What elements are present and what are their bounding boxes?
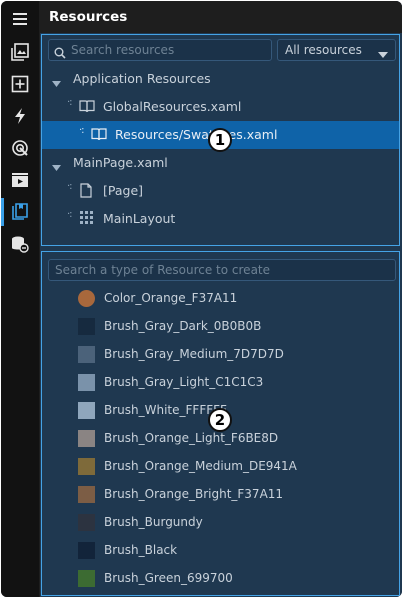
resource-filter-dropdown[interactable]: All resources <box>277 39 396 61</box>
resource-label: Brush_Orange_Light_F6BE8D <box>104 431 279 445</box>
tree-item-label: [Page] <box>103 183 144 198</box>
lightning-icon[interactable] <box>5 102 35 130</box>
resource-item[interactable]: Brush_Burgundy <box>42 509 399 537</box>
resource-item[interactable]: Brush_Black <box>42 537 399 565</box>
tree-item-label: MainPage.xaml <box>73 155 168 170</box>
resource-label: Brush_Gray_Dark_0B0B0B <box>104 319 262 333</box>
panel-header: Resources <box>40 1 402 33</box>
tree-item-label: Application Resources <box>73 71 211 86</box>
resources-panel: Resources All resources Application <box>40 1 402 597</box>
color-swatch <box>78 486 95 503</box>
tree-item-global-resources[interactable]: ·: GlobalResources.xaml <box>42 93 399 121</box>
caret-down-icon[interactable] <box>52 159 61 174</box>
tree-connector: ·: <box>67 97 72 108</box>
resource-item[interactable]: Brush_Gray_Dark_0B0B0B <box>42 313 399 341</box>
resources-icon[interactable] <box>5 198 35 226</box>
color-swatch <box>78 346 95 363</box>
tree-item-application-resources[interactable]: Application Resources <box>42 65 399 93</box>
resource-label: Brush_Gray_Light_C1C1C3 <box>104 375 264 389</box>
tree-item-main-page[interactable]: MainPage.xaml <box>42 149 399 177</box>
search-box <box>48 39 272 61</box>
active-indicator <box>1 198 4 226</box>
caret-down-icon[interactable] <box>52 75 61 90</box>
resource-item[interactable]: Brush_Gray_Medium_7D7D7D <box>42 341 399 369</box>
color-swatch <box>78 290 95 307</box>
gallery-icon[interactable] <box>5 38 35 66</box>
callout-2: 2 <box>208 408 232 432</box>
target-icon[interactable] <box>5 134 35 162</box>
search-input[interactable] <box>71 40 266 60</box>
color-swatch <box>78 542 95 559</box>
resource-item[interactable]: Color_Orange_F37A11 <box>42 285 399 313</box>
color-swatch <box>78 514 95 531</box>
activity-rail <box>1 1 39 597</box>
filter-selected: All resources <box>285 43 362 57</box>
tree-item-page[interactable]: ·: [Page] <box>42 177 399 205</box>
tree-item-main-layout[interactable]: ·: MainLayout <box>42 205 399 233</box>
resource-label: Brush_Burgundy <box>104 515 203 529</box>
search-icon <box>54 44 66 63</box>
create-search-box <box>48 259 396 281</box>
resource-label: Brush_Black <box>104 543 178 557</box>
resource-label: Brush_Orange_Medium_DE941A <box>104 459 297 473</box>
grid-icon <box>80 211 93 227</box>
tree-connector: ·: <box>67 209 72 220</box>
tree-item-label: MainLayout <box>103 211 176 226</box>
color-swatch <box>78 374 95 391</box>
panel-title: Resources <box>49 9 128 25</box>
resource-label: Brush_Orange_Bright_F37A11 <box>104 487 284 501</box>
document-icon <box>80 183 92 201</box>
add-box-icon[interactable] <box>5 70 35 98</box>
color-swatch <box>78 402 95 419</box>
resource-item[interactable]: Brush_Orange_Medium_DE941A <box>42 453 399 481</box>
resource-label: Brush_Gray_Medium_7D7D7D <box>104 347 284 361</box>
chevron-down-icon <box>378 47 388 61</box>
resource-label: Color_Orange_F37A11 <box>104 291 238 305</box>
book-icon <box>79 99 95 116</box>
tree-connector: ·: <box>67 181 72 192</box>
color-swatch <box>78 458 95 475</box>
app-window: Resources All resources Application <box>1 1 402 597</box>
menu-icon[interactable] <box>5 5 35 33</box>
color-swatch <box>78 318 95 335</box>
tree-connector: ·: <box>79 125 84 136</box>
resource-item[interactable]: Brush_Green_699700 <box>42 565 399 593</box>
data-icon[interactable] <box>5 230 35 258</box>
color-swatch <box>78 570 95 587</box>
callout-1: 1 <box>208 128 232 152</box>
resource-label: Brush_Green_699700 <box>104 571 233 585</box>
tree-item-label: Resources/Swatches.xaml <box>115 127 278 142</box>
resource-item[interactable]: Brush_Orange_Bright_F37A11 <box>42 481 399 509</box>
media-icon[interactable] <box>5 166 35 194</box>
book-icon <box>91 127 107 144</box>
color-swatch <box>78 430 95 447</box>
resource-item[interactable]: Brush_Gray_Light_C1C1C3 <box>42 369 399 397</box>
create-resource-search-input[interactable] <box>55 260 385 280</box>
tree-item-label: GlobalResources.xaml <box>103 99 242 114</box>
